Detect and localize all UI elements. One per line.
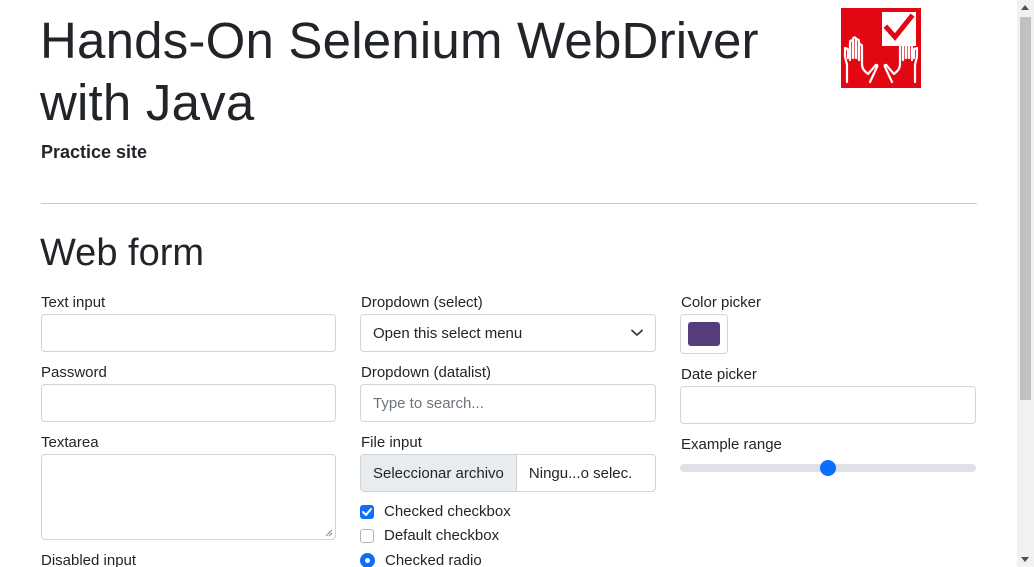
file-input-label: File input <box>361 434 422 451</box>
default-checkbox-label: Default checkbox <box>384 527 500 544</box>
checked-checkbox-label: Checked checkbox <box>384 503 511 520</box>
checked-checkbox-row[interactable]: Checked checkbox <box>360 503 511 520</box>
page-subtitle: Practice site <box>41 142 148 162</box>
header-divider <box>41 203 977 204</box>
checked-radio-row[interactable]: Checked radio <box>360 552 482 567</box>
page-title: Hands-On Selenium WebDriver with Java <box>40 10 759 134</box>
dropdown-select-value: Open this select menu <box>373 324 523 342</box>
hands-checkmark-icon <box>841 8 921 88</box>
range-label: Example range <box>681 436 782 453</box>
radio-dot <box>365 558 370 563</box>
chevron-down-icon <box>631 329 643 336</box>
checkmark-icon <box>362 507 372 516</box>
textarea-label: Textarea <box>41 434 99 451</box>
text-input-label: Text input <box>41 294 106 311</box>
color-picker[interactable] <box>680 314 728 354</box>
date-picker-input[interactable] <box>680 386 976 424</box>
color-picker-label: Color picker <box>681 294 762 311</box>
text-input[interactable] <box>41 314 336 352</box>
page-title-line-1: Hands-On Selenium WebDriver <box>40 12 759 69</box>
disabled-input-label: Disabled input <box>41 552 137 567</box>
scrollbar-thumb[interactable] <box>1020 17 1031 400</box>
section-title: Web form <box>40 232 205 274</box>
resize-handle-icon[interactable] <box>325 529 333 537</box>
page-title-line-2: with Java <box>40 74 255 131</box>
scroll-up-arrow-icon[interactable] <box>1021 5 1029 10</box>
default-checkbox-row[interactable]: Default checkbox <box>360 527 499 544</box>
color-swatch <box>688 322 720 346</box>
password-input[interactable] <box>41 384 336 422</box>
date-picker-label: Date picker <box>681 366 757 383</box>
password-label: Password <box>41 364 107 381</box>
checked-radio-label: Checked radio <box>385 552 482 567</box>
default-checkbox[interactable] <box>360 528 374 543</box>
file-input-status: Ningu...o selec. <box>528 464 633 482</box>
datalist-search-input[interactable] <box>360 384 656 422</box>
dropdown-select-label: Dropdown (select) <box>361 294 483 311</box>
checked-checkbox[interactable] <box>360 504 374 519</box>
range-thumb[interactable] <box>820 460 836 476</box>
dropdown-select[interactable]: Open this select menu <box>360 314 656 352</box>
scroll-down-arrow-icon[interactable] <box>1021 557 1029 562</box>
file-input[interactable]: Seleccionar archivo Ningu...o selec. <box>360 454 656 492</box>
dropdown-datalist-label: Dropdown (datalist) <box>361 364 492 381</box>
textarea[interactable] <box>41 454 336 540</box>
vertical-scrollbar[interactable] <box>1017 0 1034 567</box>
checked-radio[interactable] <box>360 553 375 567</box>
choose-file-button[interactable]: Seleccionar archivo <box>361 455 517 491</box>
page: Hands-On Selenium WebDriver with Java Pr… <box>0 0 1017 567</box>
